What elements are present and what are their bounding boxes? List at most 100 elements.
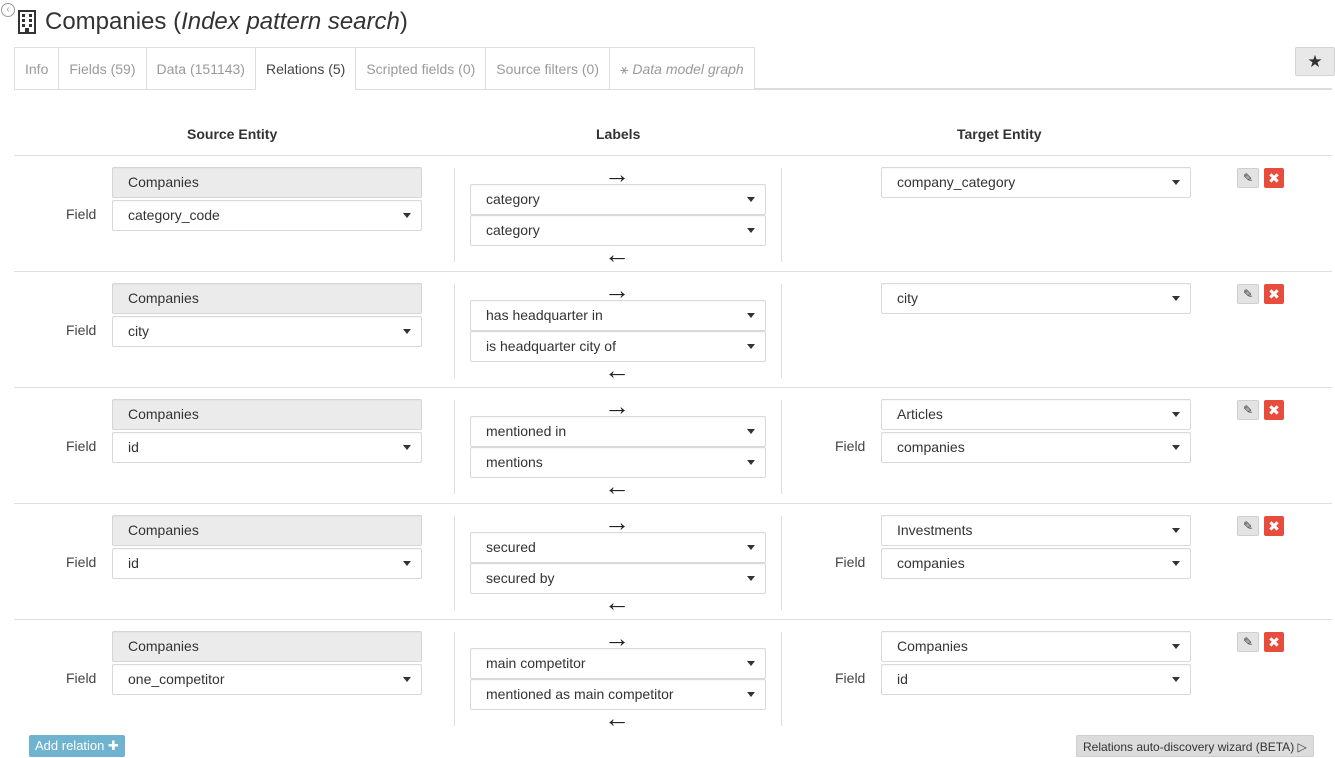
- chevron-down-icon: [403, 561, 411, 566]
- source-entity-field: Companies: [112, 631, 422, 662]
- tab-relations[interactable]: Relations (5): [254, 47, 356, 91]
- chevron-down-icon: [747, 460, 755, 465]
- page-header: Companies (Index pattern search): [17, 7, 408, 37]
- favorite-button[interactable]: ★: [1295, 47, 1335, 76]
- forward-label-select[interactable]: secured: [470, 532, 766, 563]
- graph-icon: ⚹: [619, 61, 629, 77]
- target-entity-select[interactable]: company_category: [881, 167, 1191, 198]
- tab-scripted-fields[interactable]: Scripted fields (0): [355, 47, 486, 89]
- source-entity-field-value: Companies: [128, 522, 199, 538]
- target-field-select[interactable]: id: [881, 664, 1191, 695]
- divider: [781, 516, 782, 610]
- play-icon: ▷: [1297, 740, 1307, 754]
- source-field-select[interactable]: category_code: [112, 200, 422, 231]
- divider: [454, 284, 455, 378]
- add-relation-button[interactable]: Add relation ✚: [29, 735, 125, 757]
- forward-label-select-value: secured: [486, 539, 536, 555]
- edit-relation-button[interactable]: ✎: [1237, 400, 1259, 420]
- chevron-down-icon: [747, 228, 755, 233]
- chevron-down-icon: [747, 692, 755, 697]
- target-field-select-value: companies: [897, 439, 965, 455]
- forward-label-select-value: has headquarter in: [486, 307, 603, 323]
- close-icon: ✖: [1268, 402, 1280, 418]
- target-field-select-value: companies: [897, 555, 965, 571]
- backward-label-select-value: secured by: [486, 570, 555, 586]
- source-field-select[interactable]: id: [112, 432, 422, 463]
- chevron-down-icon: [747, 313, 755, 318]
- target-entity-select[interactable]: Investments: [881, 515, 1191, 546]
- pencil-icon: ✎: [1242, 171, 1254, 185]
- source-field-label: Field: [66, 438, 97, 454]
- target-entity-select-value: Articles: [897, 406, 943, 422]
- forward-label-select[interactable]: mentioned in: [470, 416, 766, 447]
- forward-label-select[interactable]: category: [470, 184, 766, 215]
- relation-row: Field Companies category_code → category cate…: [14, 155, 1332, 271]
- tab-bar: Info Fields (59) Data (151143) Relations…: [14, 47, 1332, 91]
- source-entity-field: Companies: [112, 399, 422, 430]
- delete-relation-button[interactable]: ✖: [1264, 516, 1284, 536]
- forward-label-select-value: mentioned in: [486, 423, 567, 439]
- forward-label-select[interactable]: main competitor: [470, 648, 766, 679]
- close-icon: ✖: [1268, 518, 1280, 534]
- arrow-right-icon: →: [604, 623, 630, 653]
- chevron-down-icon: [1172, 296, 1180, 301]
- target-field-select[interactable]: companies: [881, 432, 1191, 463]
- source-field-select-value: id: [128, 439, 139, 455]
- tab-fields[interactable]: Fields (59): [58, 47, 146, 89]
- source-field-select[interactable]: one_competitor: [112, 664, 422, 695]
- source-field-select-value: category_code: [128, 207, 220, 223]
- divider: [781, 400, 782, 494]
- chevron-down-icon: [1172, 180, 1180, 185]
- relation-row: Field Companies city → has headquarter in is …: [14, 271, 1332, 387]
- delete-relation-button[interactable]: ✖: [1264, 284, 1284, 304]
- delete-relation-button[interactable]: ✖: [1264, 168, 1284, 188]
- tab-source-filters[interactable]: Source filters (0): [485, 47, 609, 89]
- delete-relation-button[interactable]: ✖: [1264, 632, 1284, 652]
- tab-info[interactable]: Info: [14, 47, 59, 89]
- edit-relation-button[interactable]: ✎: [1237, 516, 1259, 536]
- backward-label-select-value: mentioned as main competitor: [486, 686, 674, 702]
- source-entity-field-value: Companies: [128, 638, 199, 654]
- chevron-down-icon: [1172, 561, 1180, 566]
- column-source-entity: Source Entity: [187, 126, 278, 142]
- target-entity-select-value: Investments: [897, 522, 973, 538]
- target-field-label: Field: [835, 554, 866, 570]
- pencil-icon: ✎: [1242, 403, 1254, 417]
- chevron-down-icon: [747, 545, 755, 550]
- target-entity-select[interactable]: Companies: [881, 631, 1191, 662]
- relations-wizard-button[interactable]: Relations auto-discovery wizard (BETA) ▷: [1076, 735, 1314, 757]
- tab-data-model-graph[interactable]: ⚹ Data model graph: [608, 47, 755, 89]
- arrow-left-icon: ←: [604, 587, 630, 617]
- relation-row: Field Companies id → secured secured by ← Inves…: [14, 503, 1332, 619]
- target-field-select[interactable]: companies: [881, 548, 1191, 579]
- divider: [781, 168, 782, 262]
- source-field-select-value: one_competitor: [128, 671, 225, 687]
- chevron-down-icon: [747, 576, 755, 581]
- chevron-down-icon: [1172, 677, 1180, 682]
- chevron-down-icon: [1172, 644, 1180, 649]
- backward-label-select-value: category: [486, 222, 540, 238]
- tab-data[interactable]: Data (151143): [145, 47, 255, 89]
- target-field-label: Field: [835, 670, 866, 686]
- arrow-left-icon: ←: [604, 355, 630, 385]
- source-field-select[interactable]: id: [112, 548, 422, 579]
- arrow-right-icon: →: [604, 391, 630, 421]
- divider: [781, 284, 782, 378]
- plus-icon: ✚: [108, 738, 119, 753]
- chevron-down-icon: [403, 677, 411, 682]
- delete-relation-button[interactable]: ✖: [1264, 400, 1284, 420]
- target-entity-select[interactable]: Articles: [881, 399, 1191, 430]
- source-field-label: Field: [66, 670, 97, 686]
- source-field-select[interactable]: city: [112, 316, 422, 347]
- back-icon[interactable]: ‹: [1, 3, 15, 17]
- forward-label-select[interactable]: has headquarter in: [470, 300, 766, 331]
- divider: [781, 632, 782, 726]
- edit-relation-button[interactable]: ✎: [1237, 168, 1259, 188]
- edit-relation-button[interactable]: ✎: [1237, 632, 1259, 652]
- edit-relation-button[interactable]: ✎: [1237, 284, 1259, 304]
- arrow-left-icon: ←: [604, 239, 630, 269]
- chevron-down-icon: [403, 213, 411, 218]
- chevron-down-icon: [747, 429, 755, 434]
- target-entity-select[interactable]: city: [881, 283, 1191, 314]
- pencil-icon: ✎: [1242, 635, 1254, 649]
